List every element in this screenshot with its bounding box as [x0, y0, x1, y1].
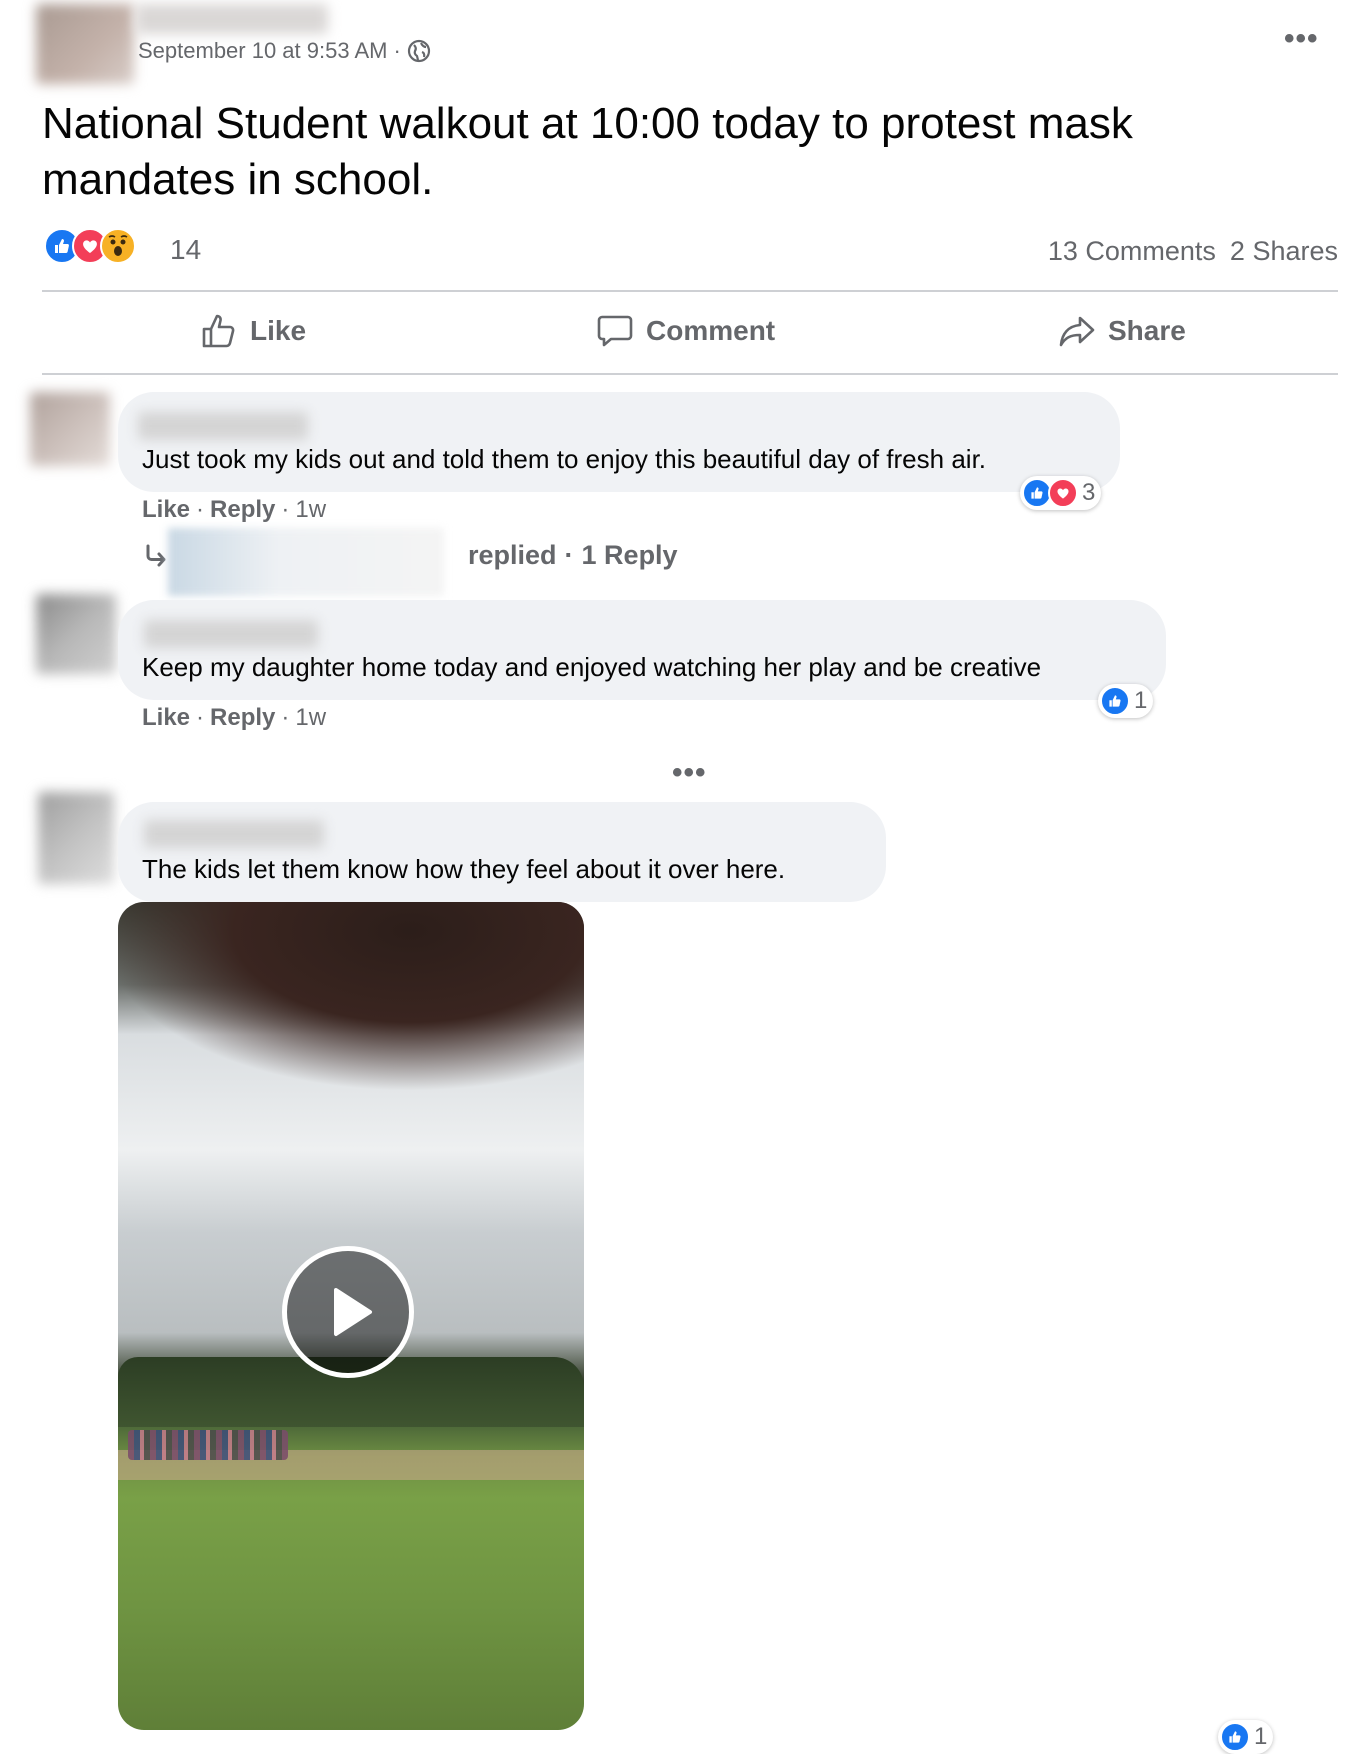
comment-reaction-count: 1: [1134, 687, 1148, 714]
comment-button[interactable]: Comment: [596, 312, 775, 350]
meta-separator: ·: [393, 38, 401, 63]
comment-age[interactable]: 1w: [295, 704, 326, 732]
post-author-avatar[interactable]: [36, 4, 134, 84]
comment-author-avatar[interactable]: [36, 594, 116, 674]
comment-reactions[interactable]: 3: [1020, 476, 1102, 510]
love-icon: [1048, 478, 1078, 508]
comment-text: The kids let them know how they feel abo…: [142, 854, 786, 884]
comment-text: Keep my daughter home today and enjoyed …: [142, 652, 1042, 682]
more-comments-icon[interactable]: •••: [672, 756, 707, 790]
replies-count: 1 Reply: [581, 540, 678, 570]
globe-icon: [407, 39, 430, 63]
comment-actions: Like · Reply · 1w: [142, 496, 327, 524]
comments-count[interactable]: 13 Comments: [1048, 236, 1216, 267]
comment-button-label: Comment: [646, 315, 776, 346]
replier-name-redacted[interactable]: [168, 528, 444, 596]
share-button[interactable]: Share: [1058, 312, 1186, 350]
comment-author-name-redacted[interactable]: [144, 820, 324, 848]
comment-reaction-count: 3: [1082, 479, 1096, 506]
wow-icon: [100, 228, 136, 264]
comment-reactions[interactable]: 1: [1218, 1720, 1274, 1754]
comment-author-avatar[interactable]: [30, 392, 110, 466]
post-author-name-redacted[interactable]: [136, 4, 328, 34]
play-icon[interactable]: [282, 1246, 414, 1378]
comment-reaction-count: 1: [1254, 1723, 1268, 1750]
comment-icon: [597, 315, 633, 347]
comment-reply-link[interactable]: Reply: [210, 496, 275, 524]
post-reactions[interactable]: [44, 228, 136, 264]
replies-text: replied: [468, 540, 557, 570]
like-button[interactable]: Like: [200, 312, 306, 350]
comment-author-name-redacted[interactable]: [138, 412, 308, 440]
comment-bubble: [118, 802, 886, 902]
like-icon: [1220, 1722, 1250, 1752]
shares-count[interactable]: 2 Shares: [1230, 236, 1338, 267]
divider: [42, 290, 1338, 292]
post-meta: September 10 at 9:53 AM ·: [138, 38, 431, 64]
video-attachment[interactable]: [118, 902, 584, 1730]
thumbs-up-icon: [202, 314, 235, 348]
video-thumbnail-tree: [118, 902, 584, 1092]
like-icon: [1100, 686, 1130, 716]
share-button-label: Share: [1108, 315, 1186, 346]
post-timestamp[interactable]: September 10 at 9:53 AM: [138, 38, 388, 64]
like-button-label: Like: [250, 315, 307, 346]
engagement-counts: 13 Comments 2 Shares: [1048, 236, 1338, 267]
reaction-count[interactable]: 14: [170, 234, 201, 266]
comment-author-name-redacted[interactable]: [144, 620, 318, 648]
comment-like-link[interactable]: Like: [142, 704, 190, 732]
comment-like-link[interactable]: Like: [142, 496, 190, 524]
comment-author-avatar[interactable]: [38, 792, 114, 884]
comment-actions: Like · Reply · 1w: [142, 704, 327, 732]
comment-reactions[interactable]: 1: [1098, 684, 1154, 718]
post-text: National Student walkout at 10:00 today …: [42, 99, 1133, 204]
reply-arrow-icon: [146, 544, 166, 566]
comment-age[interactable]: 1w: [295, 496, 326, 524]
video-thumbnail-crowd: [128, 1430, 288, 1460]
comment-bubble: [118, 600, 1166, 700]
comment-text: Just took my kids out and told them to e…: [142, 444, 987, 474]
divider: [42, 373, 1338, 375]
share-arrow-icon: [1059, 316, 1095, 347]
comment-bubble: [118, 392, 1120, 492]
post-options-icon[interactable]: •••: [1284, 22, 1319, 56]
comment-reply-link[interactable]: Reply: [210, 704, 275, 732]
